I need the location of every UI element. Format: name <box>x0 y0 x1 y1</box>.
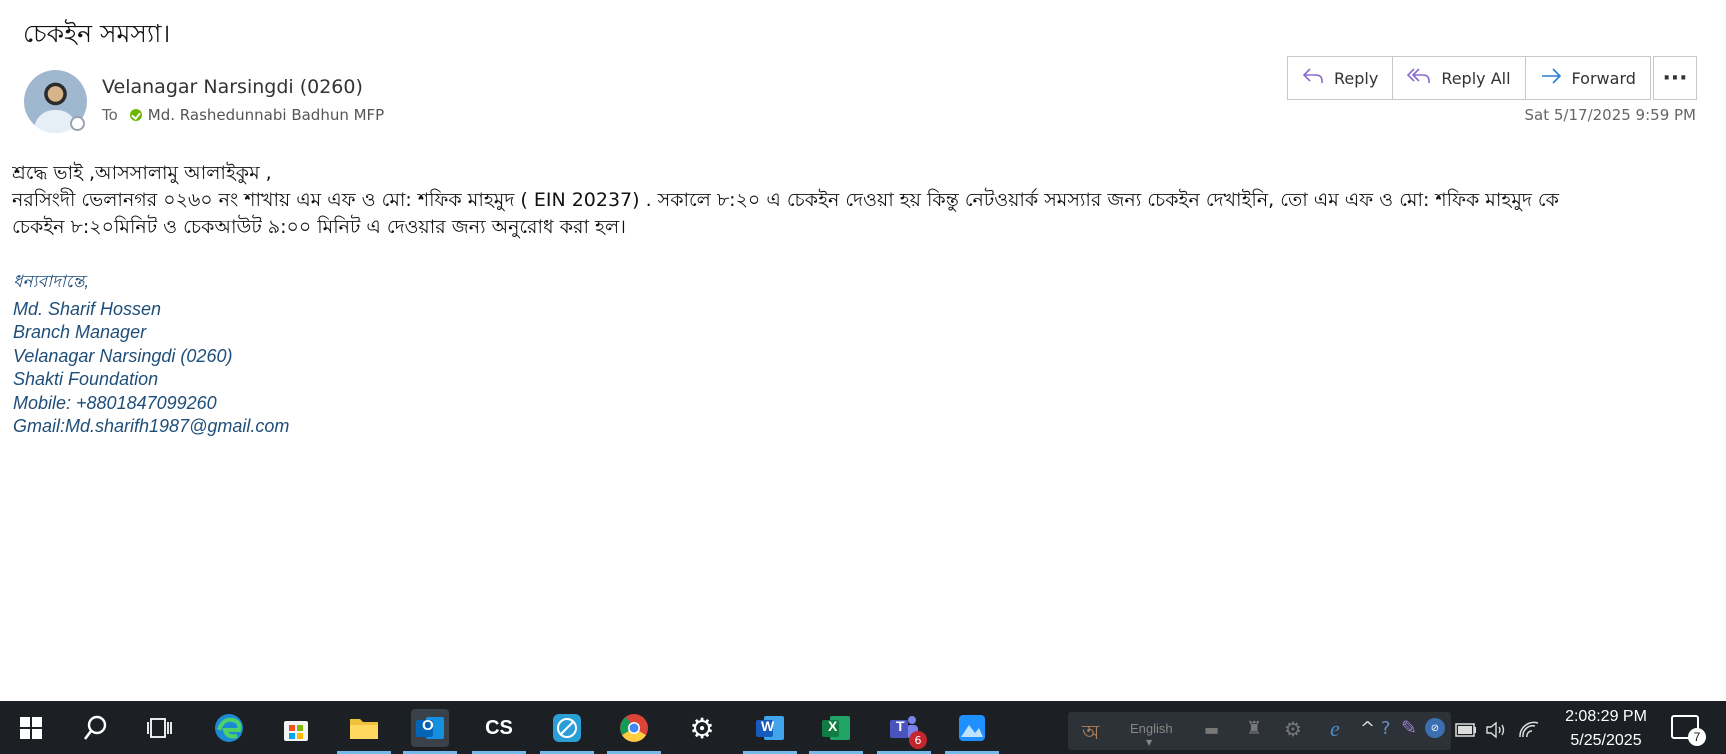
start-button[interactable] <box>12 709 50 747</box>
recipient-row: To Md. Rashedunnabi Badhun MFP <box>102 106 384 124</box>
excel-app[interactable]: X <box>809 709 863 754</box>
photos-app[interactable] <box>945 709 999 754</box>
recipient-name[interactable]: Md. Rashedunnabi Badhun MFP <box>148 106 384 124</box>
input-tray[interactable]: অ English ▼ ▬ ♜ ⚙ e ^ ? ✎ ⊘ <box>1068 712 1451 750</box>
cs-app[interactable]: CS <box>472 709 526 754</box>
reply-all-button[interactable]: Reply All <box>1392 56 1526 100</box>
signature-branch: Velanagar Narsingdi (0260) <box>13 345 233 366</box>
snip-icon <box>553 714 581 742</box>
signature-mobile: Mobile: +8801847099260 <box>13 392 217 413</box>
help-icon[interactable]: ? <box>1381 718 1391 739</box>
excel-letter: X <box>828 718 838 734</box>
signature-name: Md. Sharif Hossen <box>13 298 162 319</box>
clock-date: 5/25/2025 <box>1570 732 1642 749</box>
email-date: Sat 5/17/2025 9:59 PM <box>1524 106 1696 124</box>
cs-app-icon: CS <box>485 716 513 739</box>
notification-count: 7 <box>1688 728 1706 746</box>
task-view-button[interactable] <box>141 709 179 747</box>
body-line-greeting: শ্রদ্ধে ভাই ,আসসালামু আলাইকুম , <box>12 162 272 184</box>
signature-org: Shakti Foundation <box>13 369 159 389</box>
wifi-icon[interactable] <box>1518 712 1540 748</box>
email-body: শ্রদ্ধে ভাই ,আসসালামু আলাইকুম , নরসিংদী … <box>12 160 1717 241</box>
word-letter: W <box>761 718 775 734</box>
teams-letter: T <box>896 718 905 734</box>
tray-arrow-icon: ▼ <box>1146 738 1153 747</box>
reply-label: Reply <box>1334 68 1379 88</box>
folder-icon <box>350 719 378 739</box>
photos-icon <box>959 715 985 741</box>
signature-title: Branch Manager <box>13 322 147 342</box>
pen-icon[interactable]: ✎ <box>1401 717 1417 739</box>
clock-time: 2:08:29 PM <box>1565 708 1647 725</box>
reply-icon <box>1302 66 1324 90</box>
outlook-letter: O <box>422 717 434 734</box>
chrome-app[interactable] <box>607 709 661 754</box>
search-button[interactable] <box>77 709 115 747</box>
forward-label: Forward <box>1571 68 1636 88</box>
teams-badge: 6 <box>909 731 927 749</box>
forward-button[interactable]: Forward <box>1524 56 1651 100</box>
battery-icon[interactable] <box>1455 712 1477 748</box>
task-view-icon <box>147 718 172 738</box>
presence-indicator <box>70 116 85 131</box>
forward-icon <box>1540 66 1562 90</box>
store-app[interactable] <box>277 709 315 747</box>
recipient-status-icon <box>129 109 142 121</box>
word-app[interactable]: W <box>743 709 797 754</box>
vpn-icon[interactable]: ⊘ <box>1425 718 1445 738</box>
chevron-up-icon[interactable]: ^ <box>1360 718 1375 739</box>
signature-gmail[interactable]: Gmail:Md.sharifh1987@gmail.com <box>13 415 289 439</box>
bangla-input-icon: অ <box>1082 720 1100 744</box>
tray-tool-icon-1[interactable]: ▬ <box>1204 720 1219 739</box>
body-line-3: চেকইন ৮:২০মিনিট ও চেকআউট ৯:০০ মিনিট এ দে… <box>12 216 626 238</box>
outlook-app[interactable]: O <box>403 709 457 754</box>
reply-all-label: Reply All <box>1441 68 1511 88</box>
to-label: To <box>102 106 118 124</box>
chrome-icon <box>620 714 648 742</box>
volume-icon[interactable] <box>1485 712 1507 748</box>
search-icon <box>83 715 107 740</box>
email-signature: ধন্যবাদান্তে, Md. Sharif Hossen Branch M… <box>13 270 289 439</box>
system-clock[interactable]: 2:08:29 PM 5/25/2025 <box>1556 705 1656 753</box>
signature-greeting: ধন্যবাদান্তে, <box>13 272 90 291</box>
store-icon <box>284 721 308 741</box>
windows-icon <box>20 717 42 739</box>
edge-app[interactable] <box>210 709 248 747</box>
notification-center-button[interactable]: 7 <box>1671 715 1706 746</box>
settings-app[interactable]: ⚙ <box>683 709 721 747</box>
tray-ie-icon[interactable]: e <box>1330 716 1340 742</box>
tray-settings-icon[interactable]: ⚙ <box>1284 717 1302 741</box>
language-indicator[interactable]: English <box>1130 721 1173 736</box>
file-explorer-app[interactable] <box>337 709 391 754</box>
gear-icon: ⚙ <box>689 711 715 745</box>
body-line-2: নরসিংদী ভেলানগর ০২৬০ নং শাখায় এম এফ ও ম… <box>12 189 1559 211</box>
reply-all-icon <box>1407 66 1431 90</box>
more-actions-button[interactable]: ··· <box>1653 56 1697 100</box>
sender-name[interactable]: Velanagar Narsingdi (0260) <box>102 76 363 98</box>
edge-icon <box>215 714 243 742</box>
email-actions: Reply Reply All Forward <box>1287 56 1651 100</box>
reply-button[interactable]: Reply <box>1287 56 1394 100</box>
teams-app[interactable]: T 6 <box>877 709 931 754</box>
email-subject: চেকইন সমস্যা। <box>23 19 171 48</box>
snipping-app[interactable] <box>540 709 594 754</box>
tray-tool-icon-2[interactable]: ♜ <box>1246 718 1262 739</box>
